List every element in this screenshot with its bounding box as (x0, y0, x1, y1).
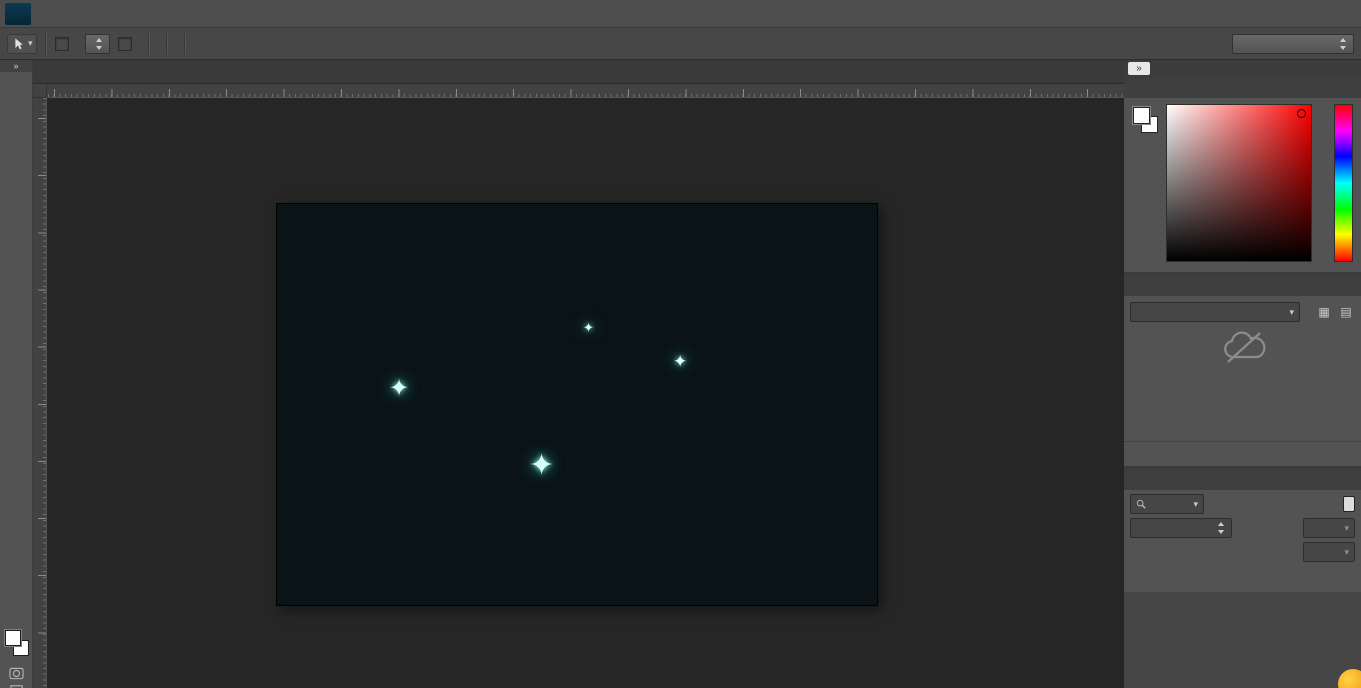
search-icon (1136, 499, 1146, 509)
separator (166, 33, 168, 55)
sparkle-icon: ✦ (389, 374, 409, 403)
panel-dock: » ▾ ▦ ▤ (1124, 60, 1361, 688)
color-panel-tabs (1124, 78, 1361, 98)
grid-view-icon[interactable]: ▦ (1315, 304, 1333, 320)
fill-input[interactable]: ▾ (1303, 542, 1355, 562)
color-panel (1124, 78, 1361, 272)
sparkle-icon: ✦ (529, 448, 554, 483)
separator (148, 33, 150, 55)
spinner-arrows-icon (1217, 521, 1226, 535)
chevron-down-icon: ▾ (1344, 547, 1349, 558)
move-tool-icon (11, 37, 25, 51)
title-bar (0, 0, 1361, 28)
show-transform-checkbox[interactable] (118, 37, 132, 51)
options-bar: ▾ (0, 28, 1361, 60)
list-view-icon[interactable]: ▤ (1337, 304, 1355, 320)
ruler-origin[interactable] (33, 84, 47, 98)
dock-header: » (1124, 60, 1361, 78)
auto-select-target-dropdown[interactable] (85, 34, 110, 54)
opacity-input[interactable]: ▾ (1303, 518, 1355, 538)
color-picker-dot[interactable] (1297, 109, 1306, 118)
collapse-toolbar-icon[interactable]: » (0, 60, 32, 72)
document-canvas[interactable]: ✦ ✦ ✦ ✦ (277, 204, 877, 605)
tool-bar: » (0, 60, 33, 688)
separator (45, 33, 47, 55)
collapse-dock-icon[interactable]: » (1128, 62, 1150, 75)
creative-cloud-disconnected-icon (1219, 330, 1267, 366)
chevron-down-icon: ▾ (1289, 307, 1294, 318)
foreground-color-swatch[interactable] (1133, 107, 1150, 124)
spinner-arrows-icon (95, 37, 104, 51)
layer-filter-dropdown[interactable]: ▾ (1130, 494, 1204, 514)
layers-list (1124, 592, 1361, 688)
library-footer-icons (1124, 441, 1361, 466)
sparkle-icon: ✦ (673, 352, 687, 372)
blend-mode-dropdown[interactable] (1130, 518, 1232, 538)
photoshop-logo-icon (5, 3, 31, 25)
screen-mode-icon[interactable] (0, 683, 33, 688)
layers-panel-tabs (1124, 470, 1361, 490)
chevron-down-icon: ▾ (1193, 499, 1198, 510)
hue-slider[interactable] (1334, 104, 1353, 262)
document-tabbar (33, 60, 1124, 84)
saturation-brightness-field[interactable] (1166, 104, 1312, 262)
separator (184, 33, 186, 55)
chevron-down-icon: ▾ (28, 38, 33, 49)
libraries-panel: ▾ ▦ ▤ (1124, 276, 1361, 466)
quick-mask-icon[interactable] (0, 666, 33, 681)
layer-filter-toggle[interactable] (1343, 496, 1355, 512)
vertical-ruler[interactable] (33, 98, 47, 688)
foreground-background-swatches[interactable] (1132, 106, 1160, 134)
foreground-background-swatches[interactable] (0, 628, 33, 662)
auto-select-checkbox[interactable] (55, 37, 69, 51)
layers-panel: ▾ ▾ (1124, 470, 1361, 688)
photoshop-window: ▾ » (0, 0, 1361, 688)
chevron-down-icon: ▾ (1344, 523, 1349, 534)
foreground-color-swatch[interactable] (5, 630, 21, 646)
spinner-arrows-icon (1339, 37, 1348, 51)
library-type-dropdown[interactable]: ▾ (1130, 302, 1300, 322)
sparkle-icon: ✦ (583, 320, 594, 336)
library-panel-tabs (1124, 276, 1361, 296)
tool-preset-picker[interactable]: ▾ (7, 34, 37, 54)
horizontal-ruler[interactable] (47, 84, 1124, 98)
canvas-viewport[interactable]: ✦ ✦ ✦ ✦ (47, 98, 1124, 688)
workspace-switcher[interactable] (1232, 34, 1354, 54)
